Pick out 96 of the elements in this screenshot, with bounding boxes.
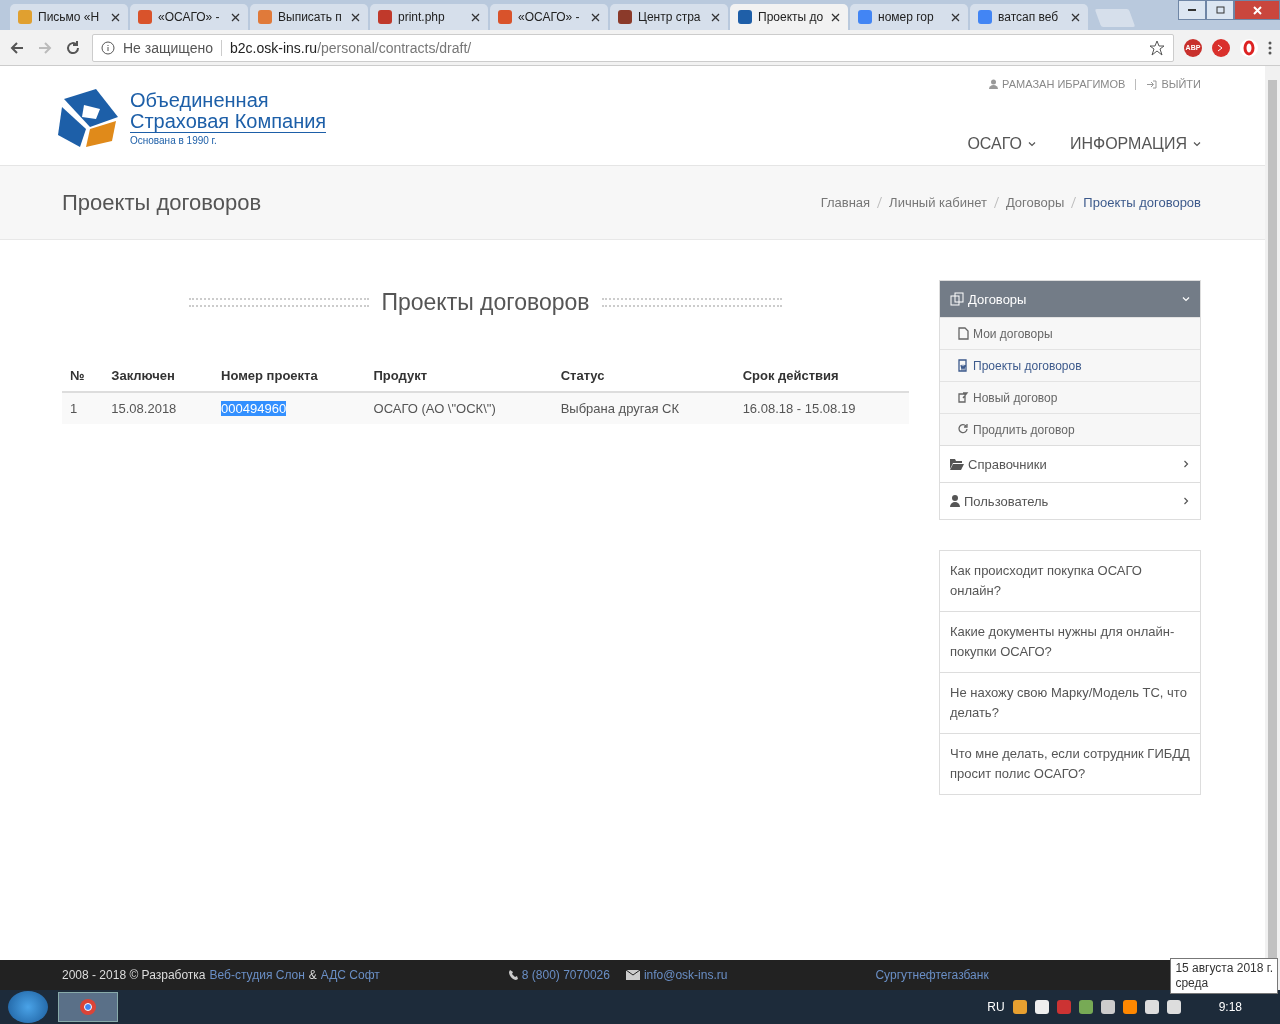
nav-menu-item[interactable]: ИНФОРМАЦИЯ [1069,135,1201,153]
table-cell: 000494960 [213,392,366,424]
scrollbar[interactable] [1265,66,1280,990]
close-icon[interactable] [111,12,120,22]
minimize-icon [1188,8,1196,12]
logout-icon [1146,79,1158,89]
phone-link[interactable]: 8 (800) 7070026 [521,968,610,982]
table-cell: ОСАГО (АО \"ОСК\") [365,392,553,424]
browser-icon [79,998,97,1016]
maximize-icon [1215,6,1225,14]
submenu-item[interactable]: Мои договоры [940,317,1200,349]
start-button[interactable] [8,991,48,1023]
logout-link[interactable]: ВЫЙТИ [1146,78,1201,90]
play-icon[interactable] [1212,38,1230,57]
logo-text: Страховая Компания [130,110,327,133]
browser-tab[interactable]: Письмо «Н [10,4,128,30]
table-cell: 15.08.2018 [103,392,214,424]
breadcrumb-link[interactable]: Личный кабинет [889,195,987,210]
logo-tagline: Основана в 1990 г. [130,134,218,146]
browser-tab[interactable]: print.php [370,4,488,30]
folder-icon [950,458,964,470]
copyright-text: 2008 - 2018 © Разработка [62,968,206,982]
language-indicator[interactable]: RU [987,1000,1005,1014]
reload-icon[interactable] [64,38,82,57]
breadcrumb-link[interactable]: Проекты договоров [1083,195,1201,210]
browser-tab[interactable]: «ОСАГО» - [130,4,248,30]
close-icon[interactable] [711,12,720,22]
chevron-icon [1182,460,1190,468]
logo-text: Объединенная [130,89,270,111]
nav-menu-item[interactable]: ОСАГО [967,135,1036,153]
partner-link[interactable]: Сургутнефтегазбанк [875,968,989,982]
faq-link[interactable]: Как происходит покупка ОСАГО онлайн? [940,551,1200,611]
refresh-icon [957,423,969,436]
user-link[interactable]: РАМАЗАН ИБРАГИМОВ [989,78,1126,90]
chevron-icon [1182,295,1190,303]
close-icon[interactable] [591,12,600,22]
browser-tab[interactable]: Центр стра [610,4,728,30]
browser-tab[interactable]: «ОСАГО» - [490,4,608,30]
ring-icon[interactable] [1240,38,1258,57]
close-icon[interactable] [951,12,960,22]
table-cell: Выбрана другая СК [552,392,735,424]
close-icon[interactable] [231,12,240,22]
edit-icon [957,391,969,404]
submenu-item[interactable]: Новый договор [940,381,1200,413]
tray-icon[interactable] [1078,1000,1093,1014]
address-field[interactable]: Не защищено b2c.osk-ins.ru/personal/contracts/draft/ [92,33,1174,62]
chevron-icon [1182,497,1190,505]
close-icon[interactable] [351,12,360,22]
tray-icon[interactable] [1012,1000,1027,1014]
menu-item[interactable]: Пользователь [940,482,1200,519]
browser-tab[interactable]: ватсап веб [970,4,1088,30]
info-icon [101,40,115,55]
table-cell: 16.08.18 - 15.08.19 [734,392,909,424]
email-link[interactable]: info@osk-ins.ru [643,968,728,982]
close-icon[interactable] [831,12,840,22]
section-title: Проекты договоров [381,288,590,316]
close-button[interactable] [1234,0,1280,20]
star-icon[interactable] [1149,39,1165,56]
word-document-icon [957,359,969,372]
tray-icon[interactable] [1144,1000,1159,1014]
browser-tab[interactable]: Проекты до [730,4,848,30]
tray-icon[interactable] [1034,1000,1049,1014]
clock[interactable]: 9:18 [1218,1000,1242,1014]
document-icon [957,327,969,340]
table-cell: 1 [62,392,104,424]
tray-icon[interactable] [1122,1000,1137,1014]
close-icon[interactable] [1071,12,1080,22]
minimize-button[interactable] [1178,0,1206,20]
envelope-icon [625,970,640,980]
faq-link[interactable]: Какие документы нужны для онлайн-покупки ОСАГО? [940,611,1200,672]
browser-tab[interactable]: номер гор [850,4,968,30]
menu-item[interactable]: Справочники [940,445,1200,482]
breadcrumb-link[interactable]: Договоры [1005,195,1065,210]
breadcrumb-link[interactable]: Главная [820,195,871,210]
caret-icon [1193,140,1201,148]
submenu-item[interactable]: Проекты договоров [940,349,1200,381]
caret-icon [1027,140,1036,148]
faq-link[interactable]: Что мне делать, если сотрудник ГИБДД просит полис ОСАГО? [940,733,1200,794]
close-icon [1252,5,1262,15]
phone-icon [507,969,518,981]
tray-icon[interactable] [1100,1000,1115,1014]
copy-icon [950,292,964,306]
page-title: Проекты договоров [62,189,262,216]
close-icon[interactable] [471,12,480,22]
tray-icon[interactable] [1166,1000,1181,1014]
date-tooltip: 15 августа 2018 г. среда [1170,958,1278,994]
developer-link[interactable]: АДС Софт [320,968,380,982]
menu-group-header[interactable]: Договоры [940,281,1200,317]
browser-tab[interactable]: Выписать п [250,4,368,30]
developer-link[interactable]: Веб-студия Слон [209,968,305,982]
user-icon [989,79,999,89]
menu-icon[interactable] [1268,40,1272,55]
faq-link[interactable]: Не нахожу свою Марку/Модель ТС, что делать? [940,672,1200,733]
ampersand-text: & [308,968,317,982]
user-icon [950,495,960,507]
submenu-item[interactable]: Продлить договор [940,413,1200,445]
